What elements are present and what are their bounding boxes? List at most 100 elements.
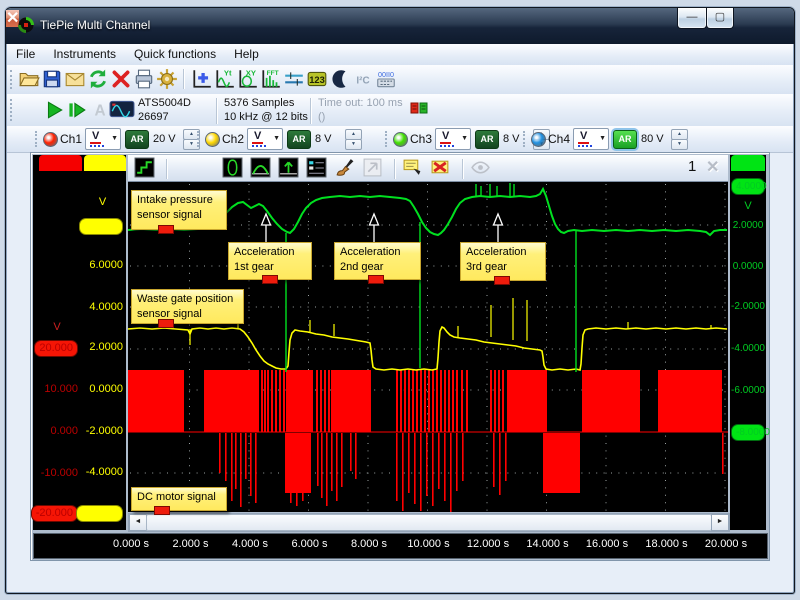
channel-toolbar: Ch1V▼AR20 V▲▼Ch2V▼AR8 V▲▼Ch3V▼AR8 V▲▼Ch4… bbox=[7, 126, 793, 153]
xy-graph-button[interactable]: XY bbox=[237, 68, 259, 90]
scroll-left-button[interactable]: ◄ bbox=[129, 514, 147, 531]
graph-arrow-button[interactable] bbox=[278, 157, 299, 178]
red-axis-label: 0.000 bbox=[50, 424, 78, 439]
toolbar-grip[interactable] bbox=[385, 131, 390, 147]
red-axis-unit: V bbox=[35, 320, 79, 335]
ch3-coupling-button[interactable]: V▼ bbox=[435, 128, 471, 150]
minimize-button[interactable]: — bbox=[677, 8, 707, 29]
channel-group-ch2: Ch2V▼AR8 V▲▼ bbox=[205, 126, 365, 152]
ch4-coupling-button[interactable]: V▼ bbox=[573, 128, 609, 150]
green-axis-label: -4.0000 bbox=[730, 341, 766, 356]
annotation-note[interactable]: Acceleration2nd gear bbox=[334, 242, 421, 280]
separator bbox=[394, 159, 396, 179]
note-text: Acceleration bbox=[234, 245, 306, 260]
green-axis-label: 2.0000 bbox=[730, 218, 766, 233]
ch2-coupling-button[interactable]: V▼ bbox=[247, 128, 283, 150]
svg-text:Yt: Yt bbox=[224, 69, 232, 78]
annotation-note[interactable]: Acceleration3rd gear bbox=[460, 242, 546, 281]
annotation-note[interactable]: DC motor signal bbox=[131, 487, 227, 511]
ch2-label: Ch2 bbox=[222, 132, 244, 146]
ch4-autorange-button[interactable]: AR bbox=[613, 130, 637, 149]
ch2-autorange-button[interactable]: AR bbox=[287, 130, 311, 149]
note-text: Acceleration bbox=[466, 245, 540, 260]
toolbar-grip[interactable] bbox=[197, 131, 202, 147]
chevron-down-icon: ▼ bbox=[461, 135, 468, 142]
multimeter-button[interactable]: 123 bbox=[306, 68, 328, 90]
annotation-note[interactable]: Intake pressuresensor signal bbox=[131, 190, 227, 230]
note-handle[interactable] bbox=[494, 276, 510, 285]
note-handle[interactable] bbox=[262, 275, 278, 284]
note-handle[interactable] bbox=[368, 275, 384, 284]
graph-note-add-button[interactable] bbox=[402, 157, 423, 178]
toolbar-grip[interactable] bbox=[10, 70, 15, 89]
spinner-down-button[interactable]: ▼ bbox=[671, 139, 688, 150]
channel-group-ch4: Ch4V▼AR80 V▲▼ bbox=[531, 126, 691, 152]
spinner-down-button[interactable]: ▼ bbox=[345, 139, 362, 150]
graph-scale-button[interactable] bbox=[222, 157, 243, 178]
note-handle[interactable] bbox=[158, 225, 174, 234]
fft-graph-button[interactable]: FFT bbox=[260, 68, 282, 90]
graph-hump-button[interactable] bbox=[250, 157, 271, 178]
time-tick-label: 10.000 s bbox=[407, 538, 449, 550]
note-text: 1st gear bbox=[234, 260, 306, 275]
toolbar-grip[interactable] bbox=[523, 131, 528, 147]
toolbar-grip[interactable] bbox=[10, 99, 15, 121]
keyboard-button[interactable]: 00II0 bbox=[375, 68, 397, 90]
green-axis-label: 0.0000 bbox=[730, 259, 766, 274]
time-tick-label: 18.000 s bbox=[645, 538, 687, 550]
note-handle[interactable] bbox=[158, 319, 174, 328]
i2c-button[interactable]: I²C bbox=[352, 68, 374, 90]
volt-icon: V bbox=[252, 130, 263, 144]
yellow-axis-label: -6.0000 bbox=[76, 505, 123, 522]
graph-step-button[interactable] bbox=[134, 157, 155, 178]
application: TiePie Multi Channel —▢✕ FileInstruments… bbox=[0, 0, 800, 600]
note-text: 2nd gear bbox=[340, 260, 415, 275]
time-tick-label: 20.000 s bbox=[705, 538, 747, 550]
cursors-button[interactable] bbox=[283, 68, 305, 90]
note-text: sensor signal bbox=[137, 208, 221, 223]
horizontal-scrollbar[interactable]: ◄ ► bbox=[128, 513, 730, 532]
channel-chip-icon[interactable] bbox=[410, 101, 428, 115]
annotation-note[interactable]: Acceleration1st gear bbox=[228, 242, 312, 280]
time-tick-label: 6.000 s bbox=[291, 538, 327, 550]
time-tick-label: 14.000 s bbox=[526, 538, 568, 550]
scrollbar-thumb[interactable] bbox=[146, 514, 712, 531]
graph-note-del-button[interactable] bbox=[430, 157, 451, 178]
scroll-right-button[interactable]: ► bbox=[711, 514, 729, 531]
volt-dotted-underline bbox=[440, 145, 454, 147]
ch2-led-icon[interactable] bbox=[205, 132, 220, 147]
graph-legend-button[interactable] bbox=[306, 157, 327, 178]
note-handle[interactable] bbox=[154, 506, 170, 515]
instrument-device-label: ATS5004D26697 bbox=[138, 96, 191, 124]
separator bbox=[166, 159, 168, 179]
separator bbox=[310, 98, 312, 124]
ch3-led-icon[interactable] bbox=[393, 132, 408, 147]
add-graph-button[interactable] bbox=[191, 68, 213, 90]
menu-help[interactable]: Help bbox=[225, 44, 268, 65]
print-button[interactable] bbox=[133, 68, 155, 90]
yt-graph-button[interactable]: Yt bbox=[214, 68, 236, 90]
ch4-led-icon[interactable] bbox=[531, 132, 546, 147]
volt-icon: V bbox=[440, 130, 451, 144]
graph-brush-button[interactable] bbox=[334, 157, 355, 178]
yellow-axis-label: 6.0000 bbox=[89, 258, 123, 273]
volt-dotted-underline bbox=[252, 145, 266, 147]
crescent-button[interactable] bbox=[329, 68, 351, 90]
ch1-autorange-button[interactable]: AR bbox=[125, 130, 149, 149]
ch1-range-stepper: ▲▼ bbox=[183, 129, 198, 148]
annotation-note[interactable]: Waste gate positionsensor signal bbox=[131, 289, 244, 324]
waveform-canvas bbox=[128, 182, 728, 512]
app-logo-icon bbox=[18, 17, 34, 33]
ch2-range-stepper: ▲▼ bbox=[345, 129, 360, 148]
note-text: 3rd gear bbox=[466, 260, 540, 275]
graph-close-icon[interactable]: ✕ bbox=[706, 157, 719, 177]
menu-quick-functions[interactable]: Quick functions bbox=[125, 44, 225, 65]
svg-text:FFT: FFT bbox=[267, 70, 279, 77]
settings-button[interactable] bbox=[156, 68, 178, 90]
red-axis-label: -10.000 bbox=[41, 466, 78, 481]
graph-resize-button bbox=[362, 157, 383, 178]
ch3-autorange-button[interactable]: AR bbox=[475, 130, 499, 149]
ch2-range-value: 8 V bbox=[315, 133, 332, 145]
plot-area[interactable] bbox=[128, 182, 728, 512]
green-axis-scale: V4.00002.00000.0000-2.0000-4.0000-6.0000… bbox=[730, 0, 766, 600]
